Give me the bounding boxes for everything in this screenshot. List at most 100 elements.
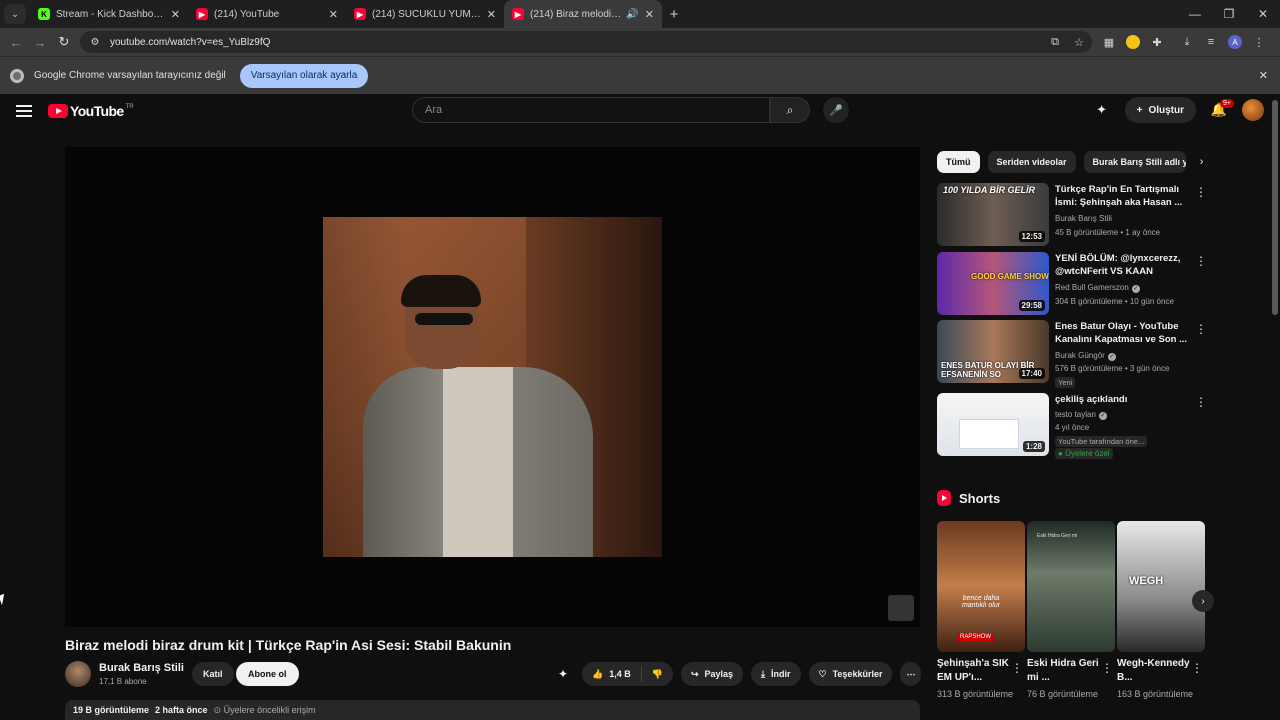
recommendation-item[interactable]: 100 YILDA BİR GELİR 12:53 Türkçe Rap'in …: [937, 183, 1207, 247]
create-button[interactable]: + Oluştur: [1124, 97, 1196, 123]
short-item[interactable]: Eski Hidra Geri mi Eski Hidra Geri mi ..…: [1027, 521, 1115, 720]
close-tab-icon[interactable]: ✕: [329, 8, 338, 21]
subscribe-button[interactable]: Abone ol: [236, 662, 299, 686]
infobar-message: Google Chrome varsayılan tarayıcınız değ…: [34, 70, 226, 81]
more-vertical-icon[interactable]: ⋮: [1195, 254, 1207, 268]
minimize-icon[interactable]: —: [1178, 0, 1212, 28]
recommendation-meta: 45 B görüntüleme • 1 ay önce: [1055, 228, 1161, 237]
thanks-button[interactable]: ♡ Teşekkürler: [808, 662, 893, 686]
more-vertical-icon[interactable]: ⋮: [1195, 322, 1207, 336]
recommendation-item[interactable]: 1:28 çekiliş açıklandı testo taylan ✓ 4 y…: [937, 393, 1207, 463]
recommendation-item[interactable]: ENES BATUR OLAYI BİR EFSANENİN SO 17:40 …: [937, 320, 1207, 390]
short-thumbnail[interactable]: Eski Hidra Geri mi: [1027, 521, 1115, 652]
duration-badge: 12:53: [1018, 231, 1045, 242]
short-item[interactable]: WEGH Wegh-Kennedy B... ⋮ 163 B görüntüle…: [1117, 521, 1205, 720]
close-infobar-icon[interactable]: ✕: [1259, 69, 1268, 82]
download-icon[interactable]: ⤓: [1176, 31, 1198, 53]
short-item[interactable]: bence daha mantıklı olur RAPSHOW Şehinşa…: [937, 521, 1025, 720]
more-vertical-icon[interactable]: ⋮: [1101, 661, 1113, 675]
extensions-puzzle-icon[interactable]: ✚: [1146, 31, 1168, 53]
set-default-button[interactable]: Varsayılan olarak ayarla: [239, 63, 369, 88]
forward-icon[interactable]: →: [28, 30, 52, 54]
short-title[interactable]: Eski Hidra Geri mi ...: [1027, 657, 1101, 685]
video-player[interactable]: [65, 147, 920, 627]
chevron-right-icon[interactable]: ›: [1192, 156, 1212, 168]
restore-icon[interactable]: ❐: [1212, 0, 1246, 28]
bookmark-star-icon[interactable]: ☆: [1068, 31, 1090, 53]
reload-icon[interactable]: ↻: [52, 30, 76, 54]
short-title[interactable]: Şehinşah'a SIK EM UP'ı...: [937, 657, 1011, 685]
search-icon: ⌕: [786, 102, 794, 117]
close-tab-icon[interactable]: ✕: [171, 8, 180, 21]
chip-series[interactable]: Seriden videolar: [987, 151, 1076, 173]
recommendation-channel[interactable]: Burak Güngör ✓: [1055, 351, 1116, 361]
description-box[interactable]: 19 B görüntüleme 2 hafta önce ⊙ Üyelere …: [65, 700, 920, 720]
media-queue-icon[interactable]: ≡: [1200, 31, 1222, 53]
channel-avatar[interactable]: [65, 661, 91, 687]
shorts-next-button[interactable]: ›: [1192, 590, 1214, 612]
more-vertical-icon[interactable]: ⋮: [1195, 395, 1207, 409]
video-thumbnail[interactable]: GOOD GAME SHOW 29:58: [937, 252, 1049, 315]
install-app-icon[interactable]: ⧉: [1044, 31, 1066, 53]
chip-channel[interactable]: Burak Barış Stili adlı y: [1083, 151, 1186, 173]
close-window-icon[interactable]: ✕: [1246, 0, 1280, 28]
chip-all[interactable]: Tümü: [937, 151, 980, 173]
thumbs-down-icon: 👎: [651, 668, 663, 679]
address-bar[interactable]: ⚙ youtube.com/watch?v=es_YuBlz9fQ: [80, 31, 1092, 53]
menu-icon[interactable]: [16, 105, 32, 117]
short-thumbnail[interactable]: bence daha mantıklı olur RAPSHOW: [937, 521, 1025, 652]
profile-avatar[interactable]: A: [1224, 31, 1246, 53]
ask-sparkle-icon[interactable]: ✦: [552, 662, 574, 686]
share-icon: ↪: [690, 668, 699, 679]
short-thumbnail[interactable]: WEGH: [1117, 521, 1205, 652]
video-frame: [323, 217, 662, 557]
short-title[interactable]: Wegh-Kennedy B...: [1117, 657, 1191, 685]
recommendation-channel[interactable]: Red Bull Gamerszon ✓: [1055, 283, 1140, 293]
extension-grid-icon[interactable]: ▦: [1098, 31, 1120, 53]
search-input[interactable]: Ara: [412, 97, 770, 123]
recommendation-channel[interactable]: testo taylan ✓: [1055, 410, 1107, 420]
duration-badge: 29:58: [1018, 300, 1045, 311]
browser-tab-active[interactable]: ▶ (214) Biraz melodi biraz dru 🔊 ✕: [504, 0, 662, 28]
search-button[interactable]: ⌕: [770, 97, 810, 123]
like-button[interactable]: 👍 1,4 B: [582, 666, 642, 682]
recommendation-channel[interactable]: Burak Barış Stili: [1055, 214, 1112, 223]
notifications-button[interactable]: 🔔 9+: [1206, 97, 1234, 123]
sparkle-icon[interactable]: ✦: [1089, 97, 1115, 123]
video-thumbnail[interactable]: ENES BATUR OLAYI BİR EFSANENİN SO 17:40: [937, 320, 1049, 383]
chrome-menu-icon[interactable]: ⋮: [1248, 31, 1270, 53]
recommendation-item[interactable]: GOOD GAME SHOW 29:58 YENİ BÖLÜM: @lynxce…: [937, 252, 1207, 316]
site-info-icon[interactable]: ⚙: [88, 35, 102, 49]
video-thumbnail[interactable]: 100 YILDA BİR GELİR 12:53: [937, 183, 1049, 246]
voice-search-button[interactable]: 🎤: [823, 97, 849, 123]
recommendation-title[interactable]: YENİ BÖLÜM: @lynxcerezz, @wtcNFerit VS K…: [1055, 252, 1191, 279]
recommendation-title[interactable]: çekiliş açıklandı: [1055, 393, 1191, 406]
new-tab-button[interactable]: +: [662, 6, 686, 23]
browser-tab-youtube[interactable]: ▶ (214) YouTube ✕: [188, 0, 346, 28]
video-thumbnail[interactable]: 1:28: [937, 393, 1049, 456]
recommendation-title[interactable]: Enes Batur Olayı - YouTube Kanalını Kapa…: [1055, 320, 1191, 346]
share-button[interactable]: ↪ Paylaş: [680, 662, 744, 686]
dislike-button[interactable]: 👎: [642, 669, 673, 680]
download-button[interactable]: ⤓ İndir: [751, 662, 801, 686]
speaker-icon[interactable]: 🔊: [626, 9, 638, 20]
recommendation-title[interactable]: Türkçe Rap'in En Tartışmalı İsmi: Şehinş…: [1055, 183, 1191, 209]
browser-tab-sucuklu[interactable]: ▶ (214) SUCUKLU YUMURTA | Ma ✕: [346, 0, 504, 28]
more-actions-button[interactable]: ⋯: [900, 662, 922, 686]
more-vertical-icon[interactable]: ⋮: [1195, 185, 1207, 199]
youtube-logo[interactable]: YouTube TR: [48, 103, 134, 119]
join-button[interactable]: Katıl: [192, 662, 234, 686]
close-tab-icon[interactable]: ✕: [487, 8, 496, 21]
account-avatar[interactable]: [1242, 99, 1264, 121]
thumbnail-text: GOOD GAME SHOW: [971, 272, 1049, 281]
more-vertical-icon[interactable]: ⋮: [1191, 661, 1203, 675]
more-vertical-icon[interactable]: ⋮: [1011, 661, 1023, 675]
page-scrollbar[interactable]: [1272, 100, 1278, 315]
back-icon[interactable]: ←: [4, 30, 28, 54]
browser-tab-kick[interactable]: K Stream - Kick Dashboard ✕: [30, 0, 188, 28]
channel-watermark[interactable]: [888, 595, 914, 621]
close-tab-icon[interactable]: ✕: [645, 8, 654, 21]
tab-search-button[interactable]: ⌄: [4, 4, 26, 24]
channel-name[interactable]: Burak Barış Stili: [99, 662, 184, 674]
extension-coin-icon[interactable]: [1122, 31, 1144, 53]
